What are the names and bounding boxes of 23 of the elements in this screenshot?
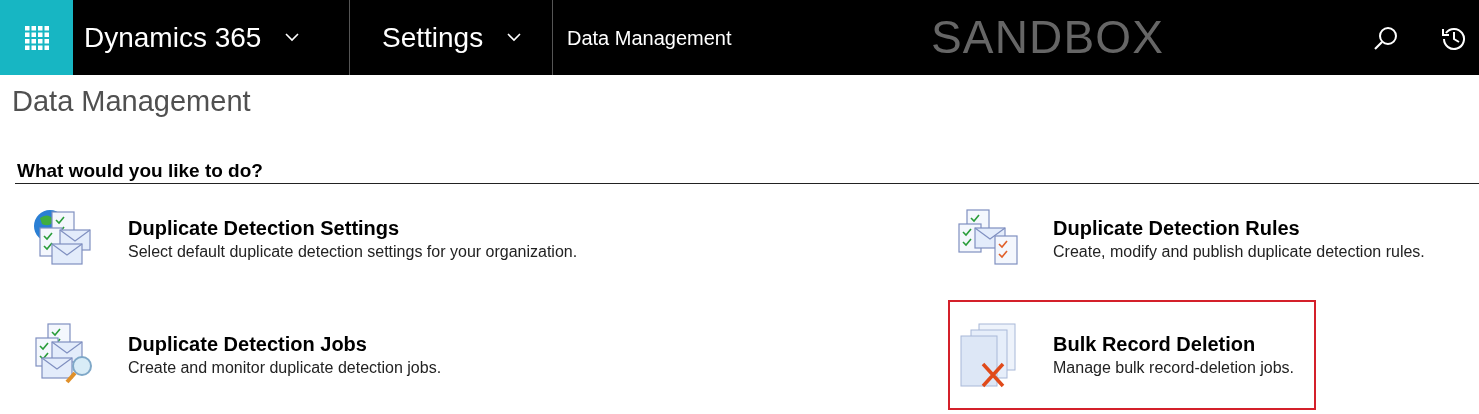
option-title: Duplicate Detection Jobs bbox=[128, 332, 368, 357]
option-description: Select default duplicate detection settings for your organization. bbox=[128, 242, 578, 262]
option-title: Duplicate Detection Rules bbox=[1053, 216, 1301, 241]
area-switcher[interactable]: Settings bbox=[350, 0, 553, 75]
section-heading: What would you like to do? bbox=[17, 161, 263, 181]
search-button[interactable] bbox=[1373, 24, 1399, 51]
option-description: Create and monitor duplicate detection jobs. bbox=[128, 358, 442, 378]
page-title: Data Management bbox=[12, 84, 251, 119]
option-description: Manage bulk record-deletion jobs. bbox=[1053, 358, 1295, 378]
environment-label: SANDBOX bbox=[931, 10, 1164, 65]
chevron-down-icon bbox=[507, 33, 522, 42]
option-item[interactable]: Duplicate Detection Rules Create, modify and publish duplicate detection rules. bbox=[948, 184, 1447, 294]
option-title: Bulk Record Deletion bbox=[1053, 332, 1257, 357]
option-item[interactable]: Duplicate Detection Settings Select default duplicate detection settings for your organization. bbox=[23, 184, 600, 294]
option-description: Create, modify and publish duplicate detection rules. bbox=[1053, 242, 1425, 262]
option-item[interactable]: Bulk Record Deletion Manage bulk record-deletion jobs. bbox=[948, 300, 1317, 410]
breadcrumb-page: Data Management bbox=[567, 25, 733, 51]
option-title: Duplicate Detection Settings bbox=[128, 216, 401, 241]
option-item[interactable]: Duplicate Detection Jobs Create and monitor duplicate detection jobs. bbox=[23, 300, 464, 410]
search-icon bbox=[1373, 24, 1399, 51]
chevron-down-icon bbox=[285, 33, 300, 42]
app-switcher[interactable]: Dynamics 365 bbox=[73, 0, 350, 75]
waffle-grid-icon bbox=[24, 25, 49, 50]
